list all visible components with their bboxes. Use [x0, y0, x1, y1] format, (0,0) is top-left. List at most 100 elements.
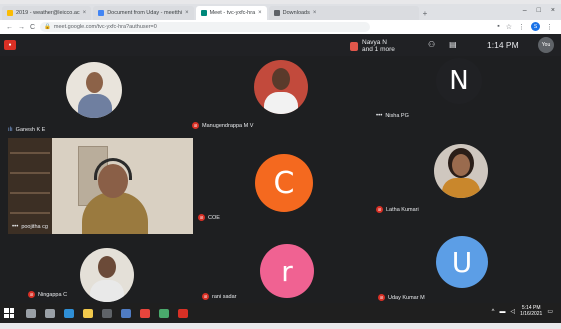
store-icon[interactable] — [102, 308, 112, 318]
notifications-icon[interactable]: ▭ — [547, 308, 553, 315]
participant-name-tag: ılı Ganesh K E — [8, 127, 45, 133]
reload-icon[interactable]: C — [30, 24, 35, 31]
participant-name: Ningappa C — [38, 291, 68, 298]
self-view-avatar[interactable]: You — [538, 37, 554, 53]
taskbar-clock[interactable]: 5:14 PM 1/16/2021 — [520, 305, 543, 318]
microphone-off-icon: ⊘ — [376, 206, 383, 213]
shelf-row — [10, 152, 50, 154]
browser-tab[interactable]: Document from Uday - meetthi × — [93, 6, 194, 20]
close-icon[interactable]: × — [313, 10, 317, 16]
avatar-letter: r — [281, 254, 293, 288]
browser-tab[interactable]: Downloads × — [268, 6, 419, 20]
participant-tile[interactable]: C ⊘ COE — [196, 136, 368, 231]
participant-grid: ılı Ganesh K E ⊘ Manugendrappa M V N •••… — [0, 56, 561, 303]
browser-tab-active[interactable]: Meet - tvc-yxfc-hra × — [195, 6, 267, 20]
face-shape — [86, 72, 103, 93]
microphone-off-icon: ⊘ — [378, 294, 385, 301]
tab-label: Downloads — [282, 10, 310, 16]
participant-avatar: U — [436, 236, 488, 288]
profile-avatar[interactable]: S — [531, 22, 540, 31]
tab-favicon-icon — [7, 10, 13, 16]
participant-tile[interactable]: ılı Ganesh K E — [0, 56, 190, 136]
tab-label: 2019 - weather@leicco.ac — [16, 10, 80, 16]
participant-name-tag: ••• Nisha PG — [376, 113, 409, 119]
audio-activity-icon: ••• — [12, 224, 19, 230]
presenter-more: and 1 more — [362, 46, 395, 54]
participant-tile[interactable]: N ••• Nisha PG — [370, 56, 561, 136]
participant-name: Nisha PG — [385, 113, 409, 119]
face-shape — [98, 256, 116, 278]
network-status-icon[interactable]: ▬ — [499, 309, 505, 315]
menu-icon[interactable]: ⋮ — [546, 23, 553, 31]
mail-icon[interactable] — [121, 308, 131, 318]
shelf-row — [10, 192, 50, 194]
shirt-shape — [78, 94, 112, 118]
bookmark-star-icon[interactable]: ☆ — [506, 23, 512, 31]
browser-tab[interactable]: 2019 - weather@leicco.ac × — [2, 6, 92, 20]
participant-name-tag: ⊘ Ningappa C — [28, 291, 67, 298]
edge-icon[interactable] — [64, 308, 74, 318]
participant-avatar — [66, 62, 122, 118]
participant-tile[interactable]: U ⊘ Uday Kumar M — [370, 234, 561, 303]
task-view-icon[interactable] — [45, 308, 55, 318]
avatar-letter: U — [451, 245, 473, 279]
taskbar-date: 1/16/2021 — [520, 310, 543, 317]
back-icon[interactable]: ← — [6, 24, 13, 31]
participant-tile[interactable]: ⊘ Manugendrappa M V — [190, 56, 370, 136]
raised-hand-icon — [350, 41, 358, 51]
toolbar-right: ▪ ☆ ⋮ S ⋮ — [497, 22, 553, 31]
shirt-shape — [264, 92, 298, 114]
window-controls: – □ × — [523, 7, 555, 14]
file-explorer-icon[interactable] — [83, 308, 93, 318]
volume-icon[interactable]: ◁ — [510, 308, 515, 315]
participant-avatar — [254, 60, 308, 114]
shelf-row — [10, 172, 50, 174]
participant-avatar: N — [436, 58, 482, 104]
participant-name: rani sadar — [212, 293, 237, 300]
close-icon[interactable]: × — [185, 10, 189, 16]
participant-tile[interactable]: ⊘ Latha Kumari — [370, 136, 561, 231]
new-tab-icon[interactable]: + — [423, 9, 428, 18]
participant-name: poojitha cg — [21, 224, 48, 230]
network-icon[interactable] — [159, 308, 169, 318]
chat-icon[interactable]: ▤ — [449, 40, 457, 49]
pdf-icon[interactable] — [178, 308, 188, 318]
participant-tile[interactable]: ⊘ Ningappa C — [0, 234, 190, 303]
taskbar: ^ ▬ ◁ 5:14 PM 1/16/2021 ▭ — [0, 303, 561, 323]
meet-actions: ⚇ ▤ — [428, 40, 457, 49]
participant-name: Ganesh K E — [15, 127, 46, 133]
close-icon[interactable]: × — [83, 10, 87, 16]
participant-name: COE — [208, 214, 220, 221]
forward-icon[interactable]: → — [18, 24, 25, 31]
screen: 2019 - weather@leicco.ac × Document from… — [0, 0, 561, 329]
participant-name: Manugendrappa M V — [202, 122, 254, 129]
people-icon[interactable]: ⚇ — [428, 40, 435, 49]
presenter-indicator[interactable]: Navya N and 1 more — [350, 39, 395, 53]
participant-name-tag: ⊘ Uday Kumar M — [378, 294, 425, 301]
browser-tabstrip: 2019 - weather@leicco.ac × Document from… — [0, 4, 561, 20]
download-icon — [273, 10, 280, 16]
microphone-off-icon: ⊘ — [202, 293, 209, 300]
tab-favicon-icon — [98, 10, 105, 16]
chrome-icon[interactable] — [140, 308, 150, 318]
windows-start-icon[interactable] — [4, 308, 14, 318]
minimize-icon[interactable]: – — [523, 7, 527, 14]
participant-name: Latha Kumari — [386, 206, 419, 213]
extensions-icon[interactable]: ⋮ — [518, 23, 525, 31]
close-icon[interactable]: × — [258, 10, 262, 16]
maximize-icon[interactable]: □ — [537, 7, 541, 14]
microphone-off-icon: ⊘ — [192, 122, 199, 129]
participant-video-tile[interactable]: ••• poojitha cg — [8, 138, 193, 234]
participant-name-tag: ⊘ Manugendrappa M V — [192, 122, 253, 129]
search-icon[interactable] — [26, 308, 36, 318]
participant-avatar — [80, 248, 134, 302]
clothes-shape — [442, 178, 480, 198]
meet-clock: 1:14 PM — [487, 40, 519, 50]
participant-tile[interactable]: r ⊘ rani sadar — [196, 234, 368, 303]
tray-chevron-icon[interactable]: ^ — [492, 309, 495, 315]
tab-favicon-icon — [200, 10, 207, 16]
close-window-icon[interactable]: × — [551, 7, 555, 14]
url-field[interactable]: 🔒 meet.google.com/tvc-yxfc-hra?authuser=… — [40, 22, 371, 32]
participant-name-tag: ••• poojitha cg — [12, 224, 48, 230]
camera-indicator-icon[interactable]: ▪ — [497, 23, 499, 30]
